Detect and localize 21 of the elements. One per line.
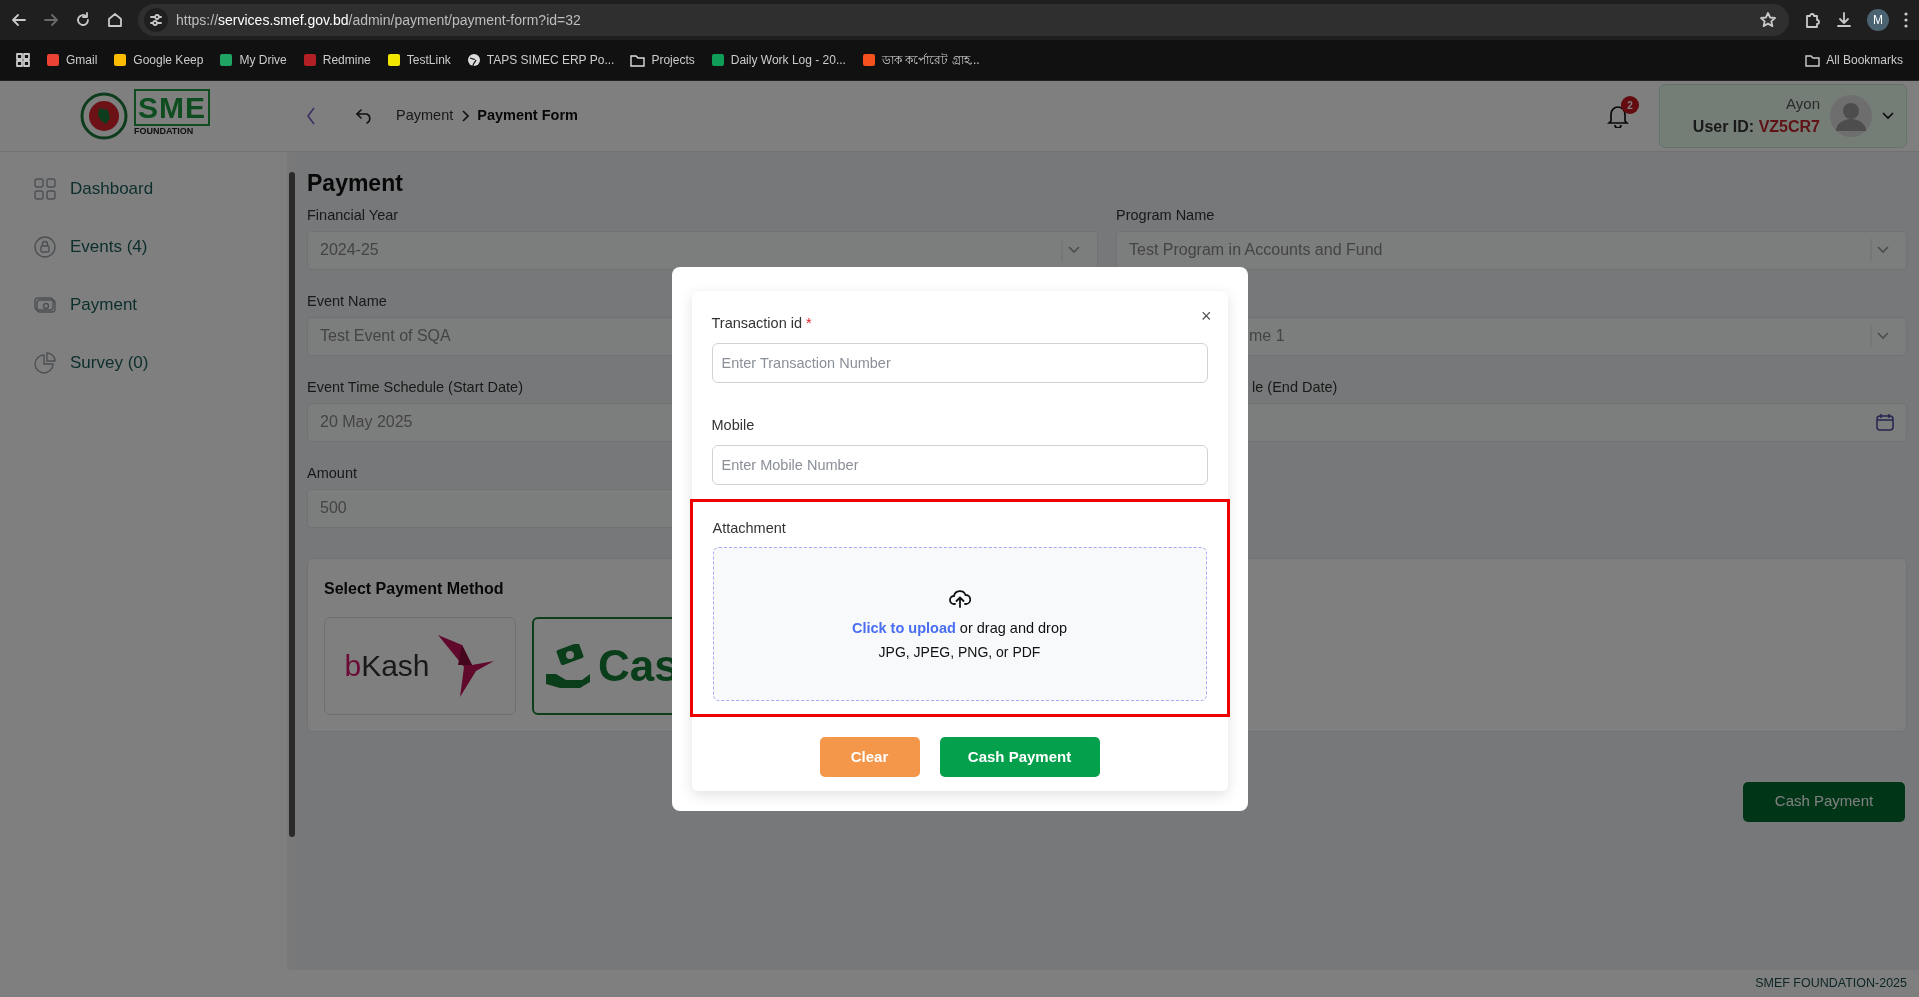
- field-label: le (End Date): [1252, 377, 1338, 397]
- user-id-text: User ID: VZ5CR7: [1692, 117, 1820, 138]
- field-label: Program Name: [1116, 205, 1215, 225]
- section-title: Select Payment Method: [324, 578, 504, 599]
- upload-instruction: Click to upload or drag and drop: [851, 620, 1068, 638]
- field-label: Event Time Schedule (Start Date): [307, 377, 523, 397]
- field-label: Amount: [307, 463, 357, 483]
- logo-caption: FOUNDATION: [134, 125, 195, 139]
- field-label: Attachment: [712, 518, 786, 538]
- file-format-hint: JPG, JPEG, PNG, or PDF: [878, 643, 1041, 661]
- field-label: Event Name: [307, 291, 387, 311]
- breadcrumb-current: Payment Form: [477, 106, 578, 126]
- page-title: Payment: [307, 169, 404, 198]
- footer-text: SMEF FOUNDATION-2025: [0, 970, 1919, 997]
- bkash-wordmark: bKash: [344, 648, 430, 684]
- field-label: Transaction id *: [711, 314, 812, 333]
- field-label: Financial Year: [307, 205, 399, 225]
- field-label: Mobile: [711, 415, 755, 435]
- logo-wordmark: SME: [134, 89, 210, 127]
- user-name: Ayon: [1785, 93, 1820, 114]
- notification-count-badge: 2: [1621, 96, 1639, 114]
